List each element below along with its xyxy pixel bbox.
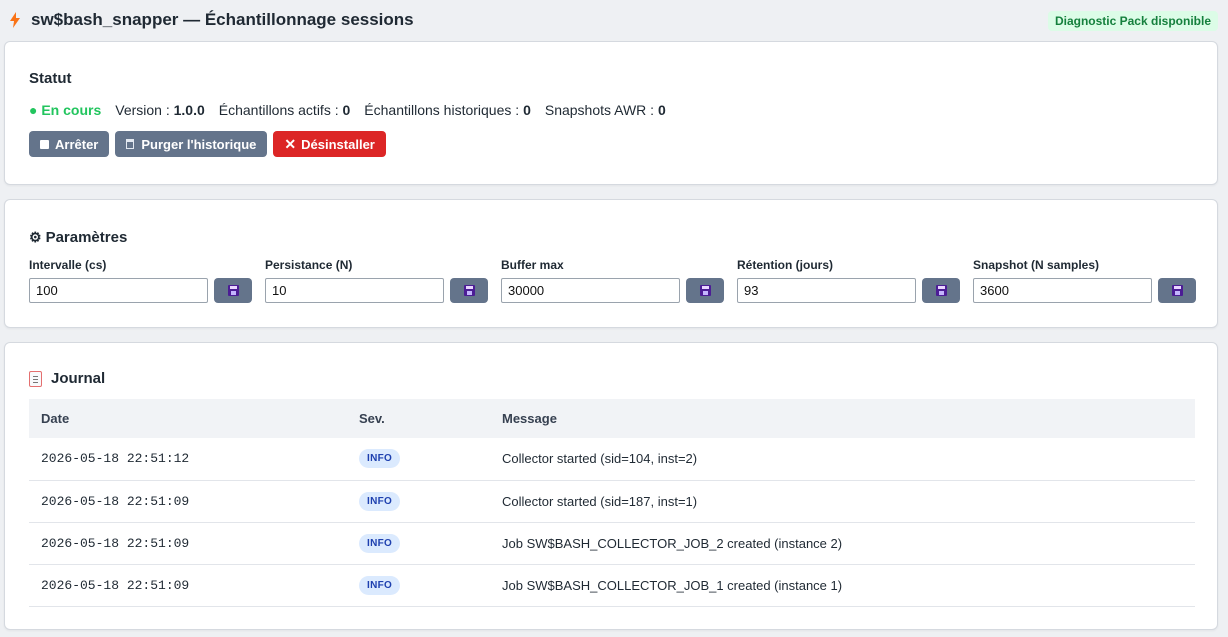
purge-history-label: Purger l'historique [141, 136, 257, 152]
severity-badge: INFO [359, 575, 401, 595]
gear-icon: ⚙ [29, 229, 42, 245]
close-icon: ✕ [284, 136, 297, 152]
floppy-disk-icon [935, 285, 947, 296]
row-message: Job SW$BASH_COLLECTOR_JOB_2 created (ins… [490, 522, 1195, 565]
save-buffer-max-button[interactable] [686, 278, 724, 303]
status-actions: Arrêter Purger l'historique ✕ Désinstall… [29, 131, 386, 157]
floppy-disk-icon [463, 285, 475, 296]
field-label: Snapshot (N samples) [973, 258, 1100, 272]
field-label: Persistance (N) [265, 258, 353, 272]
field-label: Rétention (jours) [737, 258, 833, 272]
field-buffer-max: Buffer max [501, 258, 724, 303]
version-value: 1.0.0 [173, 102, 205, 118]
uninstall-button[interactable]: ✕ Désinstaller [273, 131, 386, 157]
awr-snapshots-stat: Snapshots AWR : 0 [545, 102, 666, 118]
floppy-disk-icon [699, 285, 711, 296]
parameters-card: ⚙ Paramètres Intervalle (cs) Persistance… [4, 199, 1218, 328]
field-row [265, 278, 488, 303]
row-date: 2026-05-18 22:51:09 [29, 480, 347, 523]
historic-samples-value: 0 [523, 102, 531, 118]
retention-input[interactable] [737, 278, 916, 303]
row-severity-cell: INFO [347, 438, 490, 481]
save-persistence-button[interactable] [450, 278, 488, 303]
version-stat: Version : 1.0.0 [115, 102, 205, 118]
field-snapshot: Snapshot (N samples) [973, 258, 1196, 303]
purge-history-button[interactable]: Purger l'historique [115, 131, 268, 157]
active-samples-label: Échantillons actifs : [218, 102, 343, 118]
parameters-heading-row: ⚙ Paramètres [29, 229, 127, 246]
snapshot-input[interactable] [973, 278, 1152, 303]
parameter-fields: Intervalle (cs) Persistance (N) Buffer m… [29, 258, 1196, 303]
lightning-icon [8, 10, 22, 30]
column-header-date[interactable]: Date [29, 399, 347, 438]
awr-snapshots-label: Snapshots AWR : [544, 102, 658, 118]
severity-badge: INFO [359, 449, 401, 469]
historic-samples-stat: Échantillons historiques : 0 [364, 102, 531, 118]
journal-table: Date Sev. Message 2026-05-18 22:51:12 IN… [29, 399, 1195, 607]
row-message: Collector started (sid=187, inst=1) [490, 480, 1195, 523]
field-row [737, 278, 960, 303]
field-row [29, 278, 252, 303]
table-row: 2026-05-18 22:51:09 INFO Collector start… [29, 480, 1195, 523]
floppy-disk-icon [1171, 285, 1183, 296]
top-bar: sw$bash_snapper — Échantillonnage sessio… [0, 0, 1228, 40]
stop-icon [40, 139, 49, 149]
diagnostic-pack-badge: Diagnostic Pack disponible [1047, 11, 1218, 31]
field-persistence: Persistance (N) [265, 258, 488, 303]
version-label: Version : [115, 102, 174, 118]
row-date: 2026-05-18 22:51:09 [29, 522, 347, 565]
status-line: ● En cours Version : 1.0.0 Échantillons … [29, 102, 680, 118]
field-row [501, 278, 724, 303]
stop-button-label: Arrêter [55, 136, 99, 152]
awr-snapshots-value: 0 [657, 102, 666, 118]
row-severity-cell: INFO [347, 564, 490, 607]
status-card: Statut ● En cours Version : 1.0.0 Échant… [4, 41, 1218, 185]
buffer-max-input[interactable] [501, 278, 680, 303]
interval-input[interactable] [29, 278, 208, 303]
row-message: Collector started (sid=104, inst=2) [490, 438, 1195, 481]
row-date: 2026-05-18 22:51:09 [29, 564, 347, 607]
table-row: 2026-05-18 22:51:09 INFO Job SW$BASH_COL… [29, 522, 1195, 565]
journal-card: Journal Date Sev. Message 2026-05-18 22:… [4, 342, 1218, 630]
active-samples-stat: Échantillons actifs : 0 [219, 102, 351, 118]
row-severity-cell: INFO [347, 480, 490, 523]
table-row: 2026-05-18 22:51:09 INFO Job SW$BASH_COL… [29, 564, 1195, 607]
save-snapshot-button[interactable] [1158, 278, 1196, 303]
field-label: Buffer max [501, 258, 564, 272]
severity-badge: INFO [359, 533, 401, 553]
column-header-message[interactable]: Message [490, 399, 1195, 438]
row-severity-cell: INFO [347, 522, 490, 565]
severity-badge: INFO [359, 491, 401, 511]
row-date: 2026-05-18 22:51:12 [29, 438, 347, 481]
historic-samples-label: Échantillons historiques : [364, 102, 524, 118]
field-interval: Intervalle (cs) [29, 258, 252, 303]
field-label: Intervalle (cs) [29, 258, 107, 272]
field-retention: Rétention (jours) [737, 258, 960, 303]
clipboard-icon [29, 370, 42, 387]
stop-button[interactable]: Arrêter [29, 131, 110, 157]
row-message: Job SW$BASH_COLLECTOR_JOB_1 created (ins… [490, 564, 1195, 607]
running-indicator: ● En cours [29, 102, 102, 118]
floppy-disk-icon [227, 285, 239, 296]
parameters-heading: Paramètres [45, 229, 128, 246]
table-header-row: Date Sev. Message [29, 399, 1195, 438]
column-header-severity[interactable]: Sev. [347, 399, 490, 438]
uninstall-button-label: Désinstaller [301, 136, 375, 152]
table-row: 2026-05-18 22:51:12 INFO Collector start… [29, 438, 1195, 481]
save-retention-button[interactable] [922, 278, 960, 303]
status-heading: Statut [29, 70, 72, 87]
trash-icon [126, 139, 135, 149]
active-samples-value: 0 [342, 102, 351, 118]
save-interval-button[interactable] [214, 278, 252, 303]
journal-heading-row: Journal [29, 370, 105, 387]
field-row [973, 278, 1196, 303]
journal-heading: Journal [51, 370, 106, 387]
app-title: sw$bash_snapper — Échantillonnage sessio… [31, 10, 414, 29]
persistence-input[interactable] [265, 278, 444, 303]
